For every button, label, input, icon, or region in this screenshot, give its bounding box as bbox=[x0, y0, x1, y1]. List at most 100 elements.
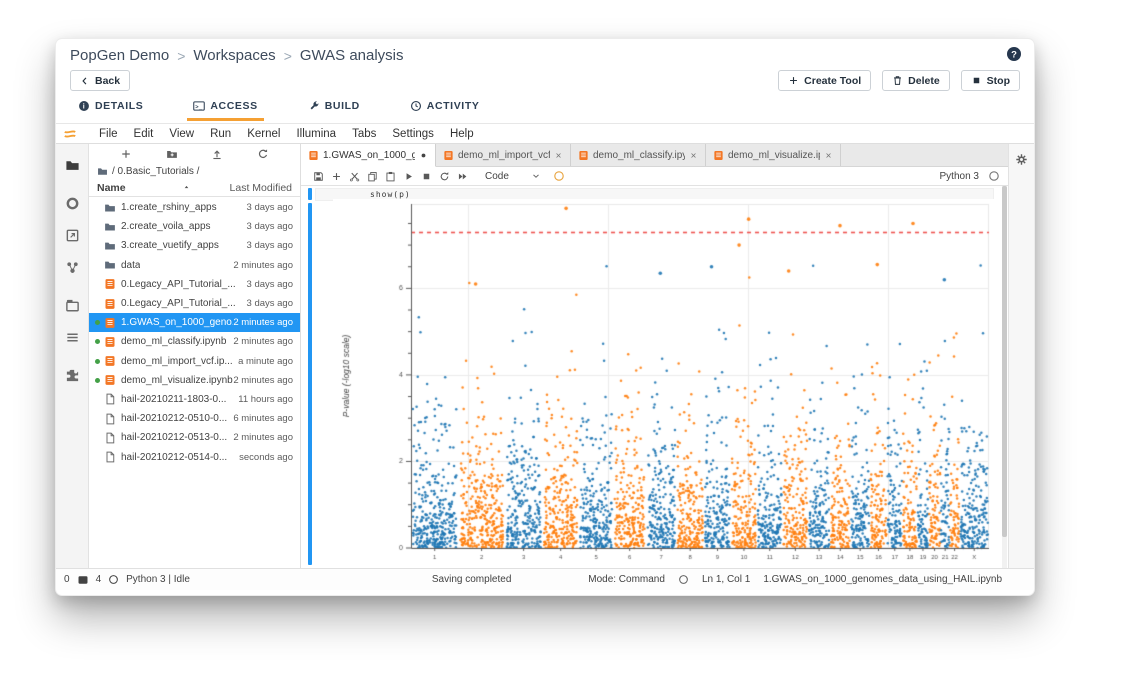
file-row[interactable]: 1.create_rshiny_apps3 days ago bbox=[89, 198, 300, 217]
breadcrumb-item[interactable]: PopGen Demo bbox=[70, 47, 169, 64]
tab-activity[interactable]: ACTIVITY bbox=[404, 97, 486, 121]
file-row[interactable]: hail-20210212-0513-0...2 minutes ago bbox=[89, 428, 300, 447]
dirty-dot-icon[interactable] bbox=[419, 151, 428, 160]
cell-collapser-output[interactable] bbox=[308, 203, 312, 565]
sort-caret-icon[interactable] bbox=[182, 183, 191, 192]
running-dot bbox=[95, 378, 100, 383]
menu-view[interactable]: View bbox=[161, 126, 202, 142]
gear-icon[interactable] bbox=[1015, 153, 1028, 166]
sidebar-commands-icon[interactable] bbox=[65, 228, 80, 243]
notebook-icon bbox=[104, 278, 116, 290]
file-row[interactable]: hail-20210212-0510-0...6 minutes ago bbox=[89, 409, 300, 428]
menu-tabs[interactable]: Tabs bbox=[344, 126, 384, 142]
column-name[interactable]: Name bbox=[97, 182, 126, 194]
file-name: demo_ml_import_vcf.ip... bbox=[121, 356, 233, 367]
plus-button[interactable] bbox=[327, 171, 345, 182]
file-row[interactable]: data2 minutes ago bbox=[89, 256, 300, 275]
help-icon[interactable]: ? bbox=[1006, 46, 1022, 62]
file-row[interactable]: 2.create_voila_apps3 days ago bbox=[89, 217, 300, 236]
column-modified[interactable]: Last Modified bbox=[230, 182, 292, 194]
file-row[interactable]: demo_ml_classify.ipynb2 minutes ago bbox=[89, 332, 300, 351]
paste-button[interactable] bbox=[381, 171, 399, 182]
new-launcher-icon[interactable] bbox=[120, 148, 132, 160]
file-modified: 3 days ago bbox=[247, 202, 293, 213]
file-row[interactable]: 0.Legacy_API_Tutorial_...3 days ago bbox=[89, 275, 300, 294]
breadcrumb-item[interactable]: Workspaces bbox=[193, 47, 275, 64]
save-button[interactable] bbox=[309, 171, 327, 182]
file-modified: 3 days ago bbox=[247, 240, 293, 251]
cell-type-dropdown[interactable]: Code bbox=[485, 171, 541, 182]
menu-file[interactable]: File bbox=[91, 126, 126, 142]
running-dot bbox=[95, 320, 100, 325]
svg-text:i: i bbox=[83, 103, 85, 111]
stop-button[interactable]: Stop bbox=[961, 70, 1020, 91]
file-row[interactable]: demo_ml_import_vcf.ip...a minute ago bbox=[89, 352, 300, 371]
file-browser-breadcrumb[interactable]: / 0.Basic_Tutorials / bbox=[89, 163, 300, 179]
close-icon[interactable] bbox=[824, 151, 833, 160]
delete-button[interactable]: Delete bbox=[882, 70, 950, 91]
cell-type-value: Code bbox=[485, 171, 509, 182]
kernel-name[interactable]: Python 3 bbox=[940, 171, 979, 182]
create-tool-button[interactable]: Create Tool bbox=[778, 70, 871, 91]
document-tab[interactable]: 1.GWAS_on_1000_genomes_ bbox=[301, 144, 436, 167]
document-tabbar: 1.GWAS_on_1000_genomes_demo_ml_import_vc… bbox=[301, 144, 1008, 167]
cell-collapser-input[interactable] bbox=[308, 188, 312, 200]
notebook-scrollbar[interactable] bbox=[1002, 186, 1007, 568]
file-name: hail-20210211-1803-0... bbox=[121, 394, 226, 405]
file-name: hail-20210212-0514-0... bbox=[121, 452, 227, 463]
sidebar-table-of-contents-icon[interactable] bbox=[65, 330, 80, 345]
menu-help[interactable]: Help bbox=[442, 126, 482, 142]
document-tab-label: demo_ml_classify.ipynb bbox=[593, 150, 685, 161]
toolbar-buttons bbox=[309, 171, 471, 182]
menu-run[interactable]: Run bbox=[202, 126, 239, 142]
close-icon[interactable] bbox=[689, 151, 698, 160]
close-icon[interactable] bbox=[554, 151, 563, 160]
document-tab[interactable]: demo_ml_visualize.ipynb bbox=[706, 144, 841, 166]
sidebar-property-inspector-icon[interactable] bbox=[65, 260, 80, 275]
sidebar-extensions-icon[interactable] bbox=[65, 368, 80, 383]
run-button[interactable] bbox=[399, 171, 417, 182]
document-tab[interactable]: demo_ml_import_vcf.ipynb bbox=[436, 144, 571, 166]
file-modified: 2 minutes ago bbox=[233, 432, 293, 443]
copy-button[interactable] bbox=[363, 171, 381, 182]
sidebar-running-kernels-icon[interactable] bbox=[65, 196, 80, 211]
file-row[interactable]: hail-20210212-0514-0...seconds ago bbox=[89, 447, 300, 466]
breadcrumb-item[interactable]: GWAS analysis bbox=[300, 47, 404, 64]
menu-edit[interactable]: Edit bbox=[126, 126, 162, 142]
header-button-row: Back Create Tool Delete Stop bbox=[70, 70, 1020, 92]
tab-build[interactable]: BUILD bbox=[302, 97, 366, 121]
restart-button[interactable] bbox=[435, 171, 453, 182]
menu-illumina[interactable]: Illumina bbox=[288, 126, 344, 142]
status-bar: 0 4 Python 3 | Idle Saving completed Mod… bbox=[56, 568, 1034, 590]
file-row[interactable]: hail-20210211-1803-0...11 hours ago bbox=[89, 390, 300, 409]
mode-indicator: Mode: Command bbox=[588, 574, 665, 585]
file-name: demo_ml_visualize.ipynb bbox=[121, 375, 233, 386]
file-row[interactable]: 3.create_vuetify_apps3 days ago bbox=[89, 236, 300, 255]
sidebar-file-browser-icon[interactable] bbox=[65, 158, 80, 173]
document-tab[interactable]: demo_ml_classify.ipynb bbox=[571, 144, 706, 166]
tab-access[interactable]: >_ACCESS bbox=[187, 97, 263, 121]
refresh-icon[interactable] bbox=[257, 148, 269, 160]
workspace-card: PopGen Demo>Workspaces>GWAS analysis ? B… bbox=[55, 38, 1035, 596]
info-icon: i bbox=[78, 100, 90, 112]
kernel-status-text[interactable]: Python 3 | Idle bbox=[126, 574, 190, 585]
file-row[interactable]: demo_ml_visualize.ipynb2 minutes ago bbox=[89, 371, 300, 390]
file-row[interactable]: 1.GWAS_on_1000_geno...2 minutes ago bbox=[89, 313, 300, 332]
activity-bar bbox=[56, 144, 89, 568]
tab-details[interactable]: iDETAILS bbox=[72, 97, 149, 121]
menu-kernel[interactable]: Kernel bbox=[239, 126, 288, 142]
back-button[interactable]: Back bbox=[70, 70, 130, 91]
breadcrumb-separator: > bbox=[177, 48, 185, 64]
cut-button[interactable] bbox=[345, 171, 363, 182]
new-folder-icon[interactable] bbox=[166, 148, 178, 160]
menu-settings[interactable]: Settings bbox=[384, 126, 442, 142]
sidebar-open-tabs-icon[interactable] bbox=[65, 298, 80, 313]
file-row[interactable]: 0.Legacy_API_Tutorial_...3 days ago bbox=[89, 294, 300, 313]
ffwd-button[interactable] bbox=[453, 171, 471, 182]
cursor-position[interactable]: Ln 1, Col 1 bbox=[702, 574, 750, 585]
stop-button[interactable] bbox=[417, 171, 435, 182]
upload-icon[interactable] bbox=[211, 148, 223, 160]
manhattan-plot-canvas bbox=[333, 199, 997, 567]
file-browser-toolbar bbox=[89, 144, 300, 163]
wrench-icon bbox=[308, 100, 320, 112]
